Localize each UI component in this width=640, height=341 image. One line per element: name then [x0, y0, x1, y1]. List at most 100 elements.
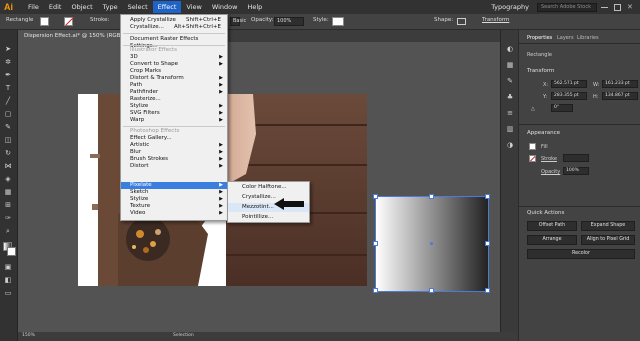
rectangle-tool-icon[interactable]: ▢	[3, 109, 13, 119]
width-tool-icon[interactable]: ⋈	[3, 161, 13, 171]
rotate-tool-icon[interactable]: ↻	[3, 148, 13, 158]
mesh-tool-icon[interactable]: ⊞	[3, 200, 13, 210]
menu-item-distort[interactable]: Distort ▶	[121, 163, 227, 170]
recolor-button[interactable]: Recolor	[527, 249, 635, 259]
color-panel-icon[interactable]: ◐	[505, 44, 515, 54]
menu-item-convert-to-shape[interactable]: Convert to Shape ▶	[121, 61, 227, 68]
stroke-swatch[interactable]	[64, 17, 74, 26]
offset-path-button[interactable]: Offset Path	[527, 221, 577, 231]
menu-item-crop-marks[interactable]: Crop Marks	[121, 68, 227, 75]
symbols-panel-icon[interactable]: ♣	[505, 92, 515, 102]
menu-item-apply-crystallize[interactable]: Apply Crystallize Shift+Ctrl+E	[121, 17, 227, 24]
menu-object[interactable]: Object	[66, 1, 97, 13]
selection-handle[interactable]	[373, 241, 378, 246]
tab-properties[interactable]: Properties	[527, 35, 552, 41]
fill-stroke-indicator[interactable]	[3, 242, 16, 256]
type-tool-icon[interactable]: T	[3, 83, 13, 93]
minimize-icon[interactable]	[601, 4, 608, 8]
menu-window[interactable]: Window	[207, 1, 243, 13]
opacity-label[interactable]: Opacity	[541, 169, 560, 175]
stock-search-input[interactable]: Search Adobe Stock	[537, 2, 597, 12]
stroke-panel-icon[interactable]: ≡	[505, 108, 515, 118]
selection-handle[interactable]	[485, 194, 490, 199]
selection-handle[interactable]	[373, 288, 378, 293]
menu-item-warp[interactable]: Warp ▶	[121, 117, 227, 124]
menu-item-artistic[interactable]: Artistic ▶	[121, 142, 227, 149]
tab-libraries[interactable]: Libraries	[577, 35, 599, 41]
selection-handle[interactable]	[485, 288, 490, 293]
submenu-item-pointillize[interactable]: Pointillize...	[228, 213, 309, 222]
submenu-item-color-halftone[interactable]: Color Halftone...	[228, 183, 309, 192]
draw-mode-icon[interactable]: ◧	[3, 275, 13, 285]
style-basic-dropdown[interactable]: Basic	[230, 17, 246, 26]
fill-swatch[interactable]	[40, 17, 49, 26]
menu-help[interactable]: Help	[242, 1, 267, 13]
stroke-label[interactable]: Stroke	[541, 156, 557, 162]
shape-icon[interactable]	[457, 18, 466, 25]
arrange-button[interactable]: Arrange	[527, 235, 577, 245]
menu-item-svg-filters[interactable]: SVG Filters ▶	[121, 110, 227, 117]
y-field[interactable]: 283.355 pt	[551, 92, 587, 100]
maximize-icon[interactable]	[614, 3, 621, 11]
menu-item-document-raster-effects[interactable]: Document Raster Effects Settings...	[121, 36, 227, 49]
menu-file[interactable]: File	[23, 1, 44, 13]
menu-item-pathfinder[interactable]: Pathfinder ▶	[121, 89, 227, 96]
tab-layers[interactable]: Layers	[557, 35, 574, 41]
menu-item-rasterize[interactable]: Rasterize...	[121, 96, 227, 103]
align-to-pixel-grid-button[interactable]: Align to Pixel Grid	[581, 235, 635, 245]
color-mode-icon[interactable]: ▣	[3, 262, 13, 272]
menu-item-path[interactable]: Path ▶	[121, 82, 227, 89]
menu-item-distort-transform[interactable]: Distort & Transform ▶	[121, 75, 227, 82]
brush-tool-icon[interactable]: ✎	[3, 122, 13, 132]
transform-link[interactable]: Transform	[482, 17, 509, 23]
menu-item-blur[interactable]: Blur ▶	[121, 149, 227, 156]
opacity-input[interactable]: 100%	[274, 17, 304, 26]
transparency-panel-icon[interactable]: ◑	[505, 140, 515, 150]
selection-tool-icon[interactable]: ➤	[3, 44, 13, 54]
menu-select[interactable]: Select	[123, 1, 153, 13]
stroke-swatch[interactable]	[529, 155, 536, 162]
selection-handle[interactable]	[429, 288, 434, 293]
menu-item-crystallize[interactable]: Crystallize... Alt+Shift+Ctrl+E	[121, 24, 227, 31]
screen-mode-icon[interactable]: ▭	[3, 288, 13, 298]
h-field[interactable]: 134.867 pt	[602, 92, 638, 100]
pen-tool-icon[interactable]: ✒	[3, 70, 13, 80]
fill-swatch[interactable]	[529, 143, 536, 150]
swatches-panel-icon[interactable]: ▦	[505, 60, 515, 70]
menu-item-3d[interactable]: 3D ▶	[121, 54, 227, 61]
style-swatch[interactable]	[332, 17, 344, 26]
x-field[interactable]: 562.571 pt	[551, 80, 587, 88]
menu-type[interactable]: Type	[98, 1, 123, 13]
zoom-level[interactable]: 150%	[22, 333, 35, 338]
selected-gradient-rectangle[interactable]	[373, 194, 490, 293]
selection-handle[interactable]	[429, 194, 434, 199]
menu-item-stylize-photoshop[interactable]: Stylize ▶	[121, 196, 227, 203]
angle-field[interactable]: 0°	[551, 104, 573, 112]
eraser-tool-icon[interactable]: ◫	[3, 135, 13, 145]
close-icon[interactable]: ✕	[627, 3, 634, 11]
perspective-grid-icon[interactable]: ▦	[3, 187, 13, 197]
stroke-weight-field[interactable]	[563, 154, 589, 162]
selection-handle[interactable]	[373, 194, 378, 199]
w-field[interactable]: 161.233 pt	[602, 80, 638, 88]
opacity-field[interactable]: 100%	[563, 167, 589, 175]
eyedropper-icon[interactable]: ✑	[3, 213, 13, 223]
expand-shape-button[interactable]: Expand Shape	[581, 221, 635, 231]
menu-item-video[interactable]: Video ▶	[121, 210, 227, 217]
menu-item-stylize-illustrator[interactable]: Stylize ▶	[121, 103, 227, 110]
zoom-tool-icon[interactable]: ⌕	[3, 226, 13, 236]
menu-view[interactable]: View	[181, 1, 206, 13]
menu-item-sketch[interactable]: Sketch ▶	[121, 189, 227, 196]
brushes-panel-icon[interactable]: ✎	[505, 76, 515, 86]
menu-edit[interactable]: Edit	[44, 1, 67, 13]
menu-effect[interactable]: Effect	[152, 1, 182, 13]
menu-item-brush-strokes[interactable]: Brush Strokes ▶	[121, 156, 227, 163]
menu-item-texture[interactable]: Texture ▶	[121, 203, 227, 210]
line-tool-icon[interactable]: ╱	[3, 96, 13, 106]
gradient-panel-icon[interactable]: ▥	[505, 124, 515, 134]
menu-item-effect-gallery[interactable]: Effect Gallery...	[121, 135, 227, 142]
selection-handle[interactable]	[485, 241, 490, 246]
magic-wand-icon[interactable]: ✲	[3, 57, 13, 67]
shape-builder-icon[interactable]: ◈	[3, 174, 13, 184]
menu-item-pixelate[interactable]: Pixelate ▶	[121, 182, 227, 189]
